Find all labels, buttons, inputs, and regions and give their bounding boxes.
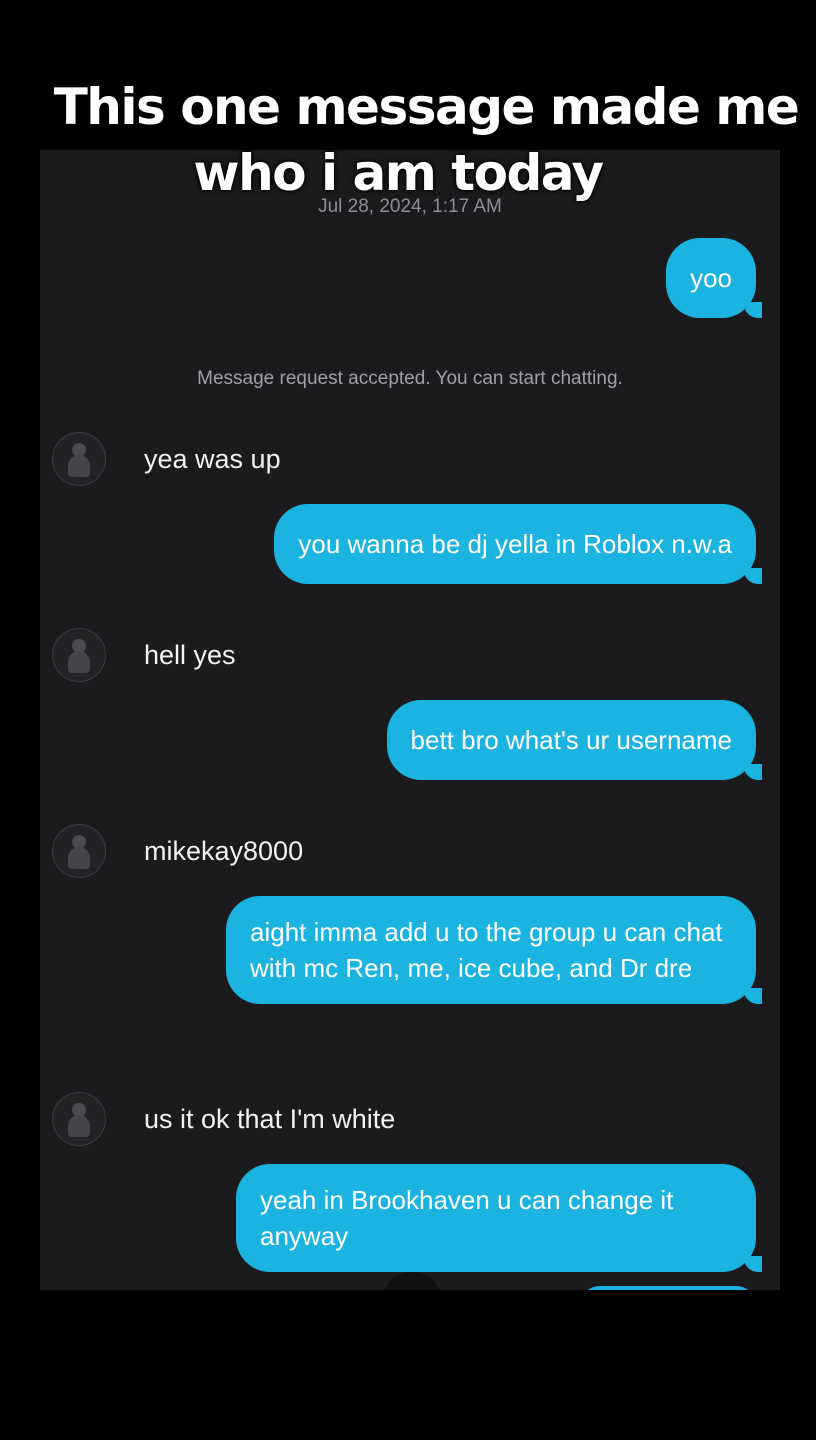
message-text: us it ok that I'm white <box>144 1103 396 1134</box>
system-note: Message request accepted. You can start … <box>197 368 623 389</box>
sent-message-bubble[interactable]: aight imma add u to the group u can chat… <box>226 896 762 1004</box>
sent-message-bubble[interactable]: yeah in Brookhaven u can change it anywa… <box>236 1164 762 1272</box>
sent-message-bubble[interactable]: you wanna be dj yella in Roblox n.w.a <box>274 504 762 584</box>
caption-line-2: who i am today <box>193 144 604 202</box>
sent-message-bubble-cut-off[interactable] <box>580 1286 756 1290</box>
avatar[interactable] <box>52 628 106 682</box>
message-text: aight imma add u to the group u can chat… <box>250 917 723 983</box>
received-message[interactable]: mikekay8000 <box>52 823 303 879</box>
reaction-avatar <box>382 1272 442 1290</box>
message-text: hell yes <box>144 639 236 670</box>
message-text: you wanna be dj yella in Roblox n.w.a <box>298 529 732 559</box>
message-text: yoo <box>690 263 732 293</box>
message-text: yea was up <box>144 443 281 474</box>
sent-message-bubble[interactable]: bett bro what's ur username <box>386 700 763 780</box>
received-message[interactable]: yea was up <box>52 431 281 487</box>
received-message[interactable]: us it ok that I'm white <box>52 1091 395 1147</box>
avatar[interactable] <box>52 432 106 486</box>
chat-screenshot: Jul 28, 2024, 1:17 AM yoo Message reques… <box>40 150 780 1290</box>
avatar[interactable] <box>52 824 106 878</box>
video-caption: This one message made me who i am today <box>0 74 816 206</box>
message-text: bett bro what's ur username <box>410 725 732 755</box>
message-text: yeah in Brookhaven u can change it anywa… <box>260 1185 674 1251</box>
caption-line-1: This one message made me <box>53 78 800 136</box>
message-text: mikekay8000 <box>144 835 304 866</box>
sent-message-bubble[interactable]: yoo <box>666 238 762 318</box>
received-message[interactable]: hell yes <box>52 627 236 683</box>
avatar[interactable] <box>52 1092 106 1146</box>
